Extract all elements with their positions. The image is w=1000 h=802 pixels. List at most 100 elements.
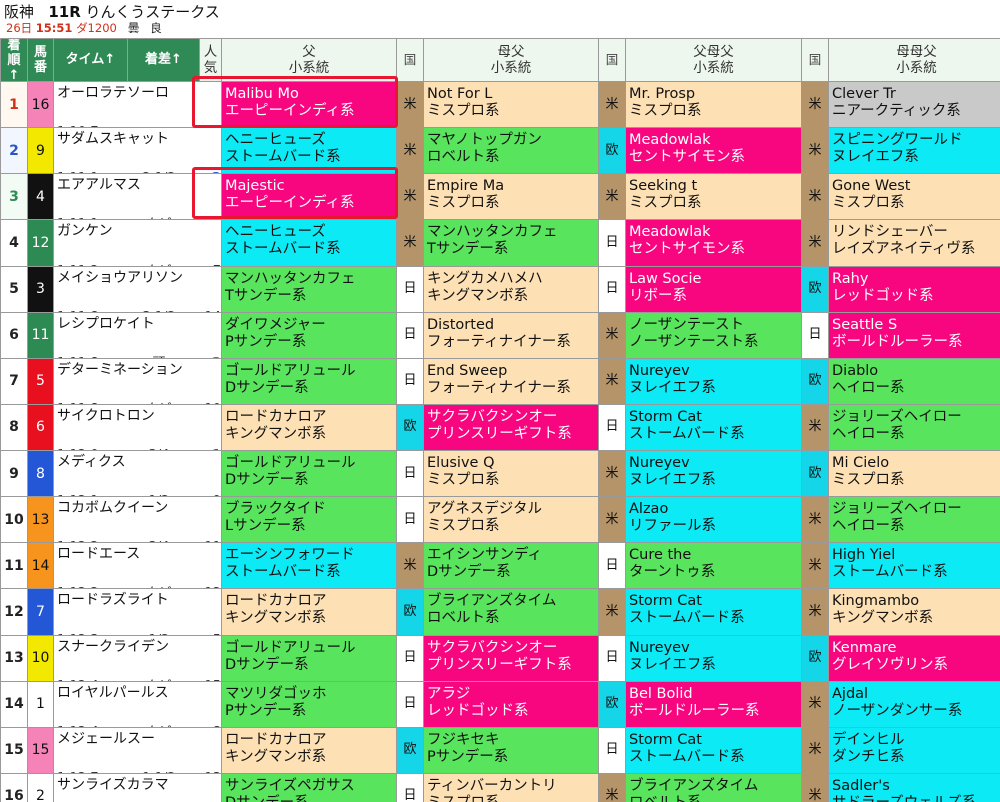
sire-cell[interactable]: Majestic エーピーインディ系 [222, 174, 396, 220]
broodmare-sire-cell[interactable]: Empire Ma ミスプロ系 [424, 174, 598, 220]
dam-dam-sire-cell[interactable]: Kingmambo キングマンボ系 [829, 589, 1000, 635]
horse-info[interactable]: ロイヤルパールス 1:12.4 クビ 8 [54, 681, 221, 727]
horse-name[interactable]: サイクロトロン [57, 408, 217, 424]
horse-info[interactable]: デターミネーション 1:11.8 クビ 10 [54, 358, 221, 404]
horse-info[interactable]: ガンケン 1:11.2 クビ 7 [54, 220, 221, 266]
horse-name[interactable]: ガンケン [57, 223, 217, 239]
dam-dam-sire-cell[interactable]: Gone West ミスプロ系 [829, 174, 1000, 220]
margin: 3/4 [129, 540, 189, 542]
dam-dam-sire-cell[interactable]: Kenmare グレイソヴリン系 [829, 635, 1000, 681]
sire-cell[interactable]: マツリダゴッホ Pサンデー系 [222, 681, 396, 727]
sire-cell[interactable]: ロードカナロア キングマンボ系 [222, 589, 396, 635]
sire-dam-sire-cell[interactable]: ノーザンテースト ノーザンテースト系 [626, 312, 801, 358]
dam-dam-sire-cell[interactable]: リンドシェーバー レイズアネイティヴ系 [829, 220, 1000, 266]
sire-cell[interactable]: ロードカナロア キングマンボ系 [222, 727, 396, 773]
horse-info[interactable]: サンライズカラマ1:12.83/416 [54, 773, 221, 802]
horse-info[interactable]: ロードラズライト 1:12.3 1/2 5 [54, 589, 221, 635]
horse-info[interactable]: メイショウアリソン 1:11.8 3 1/2 14 [54, 266, 221, 312]
horse-name[interactable]: エアアルマス [57, 177, 217, 193]
broodmare-sire-cell[interactable]: ティンバーカントリミスプロ系 [424, 773, 598, 802]
horse-name[interactable]: メジェールスー [57, 731, 217, 747]
horse-info[interactable]: サダムスキャット 1:11.1 2 1/2 2 [54, 128, 221, 174]
sire-dam-sire-cell[interactable]: Cure the ターントゥ系 [626, 543, 801, 589]
dam-dam-sire-cell[interactable]: High Yiel ストームバード系 [829, 543, 1000, 589]
col-time-header[interactable]: タイム↑ [54, 39, 127, 81]
horse-name[interactable]: スナークライデン [57, 639, 217, 655]
sire-dam-sire-cell[interactable]: Nureyev ヌレイエフ系 [626, 358, 801, 404]
sire-dam-sire-cell[interactable]: Mr. Prosp ミスプロ系 [626, 82, 801, 128]
horse-name[interactable]: レシプロケイト [57, 316, 217, 332]
horse-info[interactable]: メディクス 1:12.1 1/2 9 [54, 451, 221, 497]
dam-dam-sire-cell[interactable]: Ajdal ノーザンダンサー系 [829, 681, 1000, 727]
broodmare-sire-cell[interactable]: Elusive Q ミスプロ系 [424, 451, 598, 497]
horse-name[interactable]: サンライズカラマ [57, 777, 217, 793]
sire-cell[interactable]: サンライズペガサスDサンデー系 [222, 773, 396, 802]
sire-dam-sire-cell[interactable]: Nureyev ヌレイエフ系 [626, 451, 801, 497]
sire-cell[interactable]: マンハッタンカフェ Tサンデー系 [222, 266, 396, 312]
col-rank-header[interactable]: 着順↑ [1, 39, 27, 81]
broodmare-sire-cell[interactable]: サクラバクシンオー プリンスリーギフト系 [424, 635, 598, 681]
dam-dam-sire-cell[interactable]: Seattle S ボールドルーラー系 [829, 312, 1000, 358]
sire-cell[interactable]: ブラックタイド Lサンデー系 [222, 497, 396, 543]
horse-name[interactable]: メイショウアリソン [57, 270, 217, 286]
sire-cell[interactable]: ゴールドアリュール Dサンデー系 [222, 635, 396, 681]
broodmare-sire-cell[interactable]: エイシンサンディ Dサンデー系 [424, 543, 598, 589]
sire-dam-sire-cell[interactable]: Nureyev ヌレイエフ系 [626, 635, 801, 681]
broodmare-sire-cell[interactable]: Distorted フォーティナイナー系 [424, 312, 598, 358]
sire-cell[interactable]: ゴールドアリュール Dサンデー系 [222, 451, 396, 497]
horse-name[interactable]: ロイヤルパールス [57, 685, 217, 701]
horse-info[interactable]: メジェールスー 1:12.7 1 1/2 13 [54, 727, 221, 773]
sire-dam-sire-cell[interactable]: Meadowlak セントサイモン系 [626, 128, 801, 174]
horse-name[interactable]: ロードラズライト [57, 592, 217, 608]
sire-cell[interactable]: ヘニーヒューズ ストームバード系 [222, 220, 396, 266]
horse-info[interactable]: コカボムクイーン 1:12.2 3/4 11 [54, 497, 221, 543]
broodmare-sire-cell[interactable]: フジキセキ Pサンデー系 [424, 727, 598, 773]
sire-cell[interactable]: エーシンフォワード ストームバード系 [222, 543, 396, 589]
broodmare-sire-cell[interactable]: Not For L ミスプロ系 [424, 82, 598, 128]
sire-cell[interactable]: ゴールドアリュール Dサンデー系 [222, 358, 396, 404]
dam-dam-sire-cell[interactable]: ジョリーズヘイロー ヘイロー系 [829, 404, 1000, 450]
sire-dam-sire-cell[interactable]: ブライアンズタイムロベルト系 [626, 773, 801, 802]
sire-dam-sire-cell[interactable]: Storm Cat ストームバード系 [626, 404, 801, 450]
horse-info[interactable]: エアアルマス 1:11.1 クビ 4 [54, 174, 221, 220]
horse-info[interactable]: オーロラテソーロ 1:10.7 6 [54, 82, 221, 128]
broodmare-sire-cell[interactable]: ブライアンズタイム ロベルト系 [424, 589, 598, 635]
sire-dam-sire-cell[interactable]: Seeking t ミスプロ系 [626, 174, 801, 220]
horse-info[interactable]: ロードエース 1:12.2 クビ 12 [54, 543, 221, 589]
broodmare-sire-cell[interactable]: マンハッタンカフェ Tサンデー系 [424, 220, 598, 266]
broodmare-sire-cell[interactable]: サクラバクシンオー プリンスリーギフト系 [424, 404, 598, 450]
sire-dam-sire-cell[interactable]: Meadowlak セントサイモン系 [626, 220, 801, 266]
dam-dam-sire-cell[interactable]: Sadler'sサドラーズウェルズ系 [829, 773, 1000, 802]
broodmare-sire-cell[interactable]: End Sweep フォーティナイナー系 [424, 358, 598, 404]
horse-info[interactable]: レシプロケイト 1:11.8 頭 3 [54, 312, 221, 358]
horse-name[interactable]: ロードエース [57, 546, 217, 562]
dam-dam-sire-cell[interactable]: デインヒル ダンチヒ系 [829, 727, 1000, 773]
dam-dam-sire-cell[interactable]: Clever Tr ニアークティック系 [829, 82, 1000, 128]
horse-name[interactable]: デターミネーション [57, 362, 217, 378]
sire-dam-sire-cell[interactable]: Law Socie リボー系 [626, 266, 801, 312]
sire-dam-sire-cell[interactable]: Storm Cat ストームバード系 [626, 589, 801, 635]
horse-name[interactable]: メディクス [57, 454, 217, 470]
sire-dam-sire-cell[interactable]: Bel Bolid ボールドルーラー系 [626, 681, 801, 727]
dam-dam-sire-cell[interactable]: ジョリーズヘイロー ヘイロー系 [829, 497, 1000, 543]
horse-info[interactable]: スナークライデン 1:12.4 クビ 15 [54, 635, 221, 681]
dam-dam-sire-cell[interactable]: Rahy レッドゴッド系 [829, 266, 1000, 312]
col-margin-header[interactable]: 着差↑ [128, 39, 199, 81]
broodmare-sire-cell[interactable]: アラジ レッドゴッド系 [424, 681, 598, 727]
dam-dam-sire-cell[interactable]: Mi Cielo ミスプロ系 [829, 451, 1000, 497]
horse-name[interactable]: サダムスキャット [57, 131, 217, 147]
horse-name[interactable]: オーロラテソーロ [57, 85, 217, 101]
horse-info[interactable]: サイクロトロン 1:12.0 3/4 1 [54, 404, 221, 450]
sire-cell[interactable]: ダイワメジャー Pサンデー系 [222, 312, 396, 358]
sire-dam-sire-cell[interactable]: Alzao リファール系 [626, 497, 801, 543]
broodmare-sire-cell[interactable]: キングカメハメハ キングマンボ系 [424, 266, 598, 312]
sire-cell[interactable]: ロードカナロア キングマンボ系 [222, 404, 396, 450]
broodmare-sire-cell[interactable]: アグネスデジタル ミスプロ系 [424, 497, 598, 543]
dam-dam-sire-cell[interactable]: スピニングワールド ヌレイエフ系 [829, 128, 1000, 174]
sire-cell[interactable]: ヘニーヒューズ ストームバード系 [222, 128, 396, 174]
broodmare-sire-cell[interactable]: マヤノトップガン ロベルト系 [424, 128, 598, 174]
horse-name[interactable]: コカボムクイーン [57, 500, 217, 516]
dam-dam-sire-cell[interactable]: Diablo ヘイロー系 [829, 358, 1000, 404]
sire-dam-sire-cell[interactable]: Storm Cat ストームバード系 [626, 727, 801, 773]
sire-cell[interactable]: Malibu Mo エーピーインディ系 [222, 82, 396, 128]
